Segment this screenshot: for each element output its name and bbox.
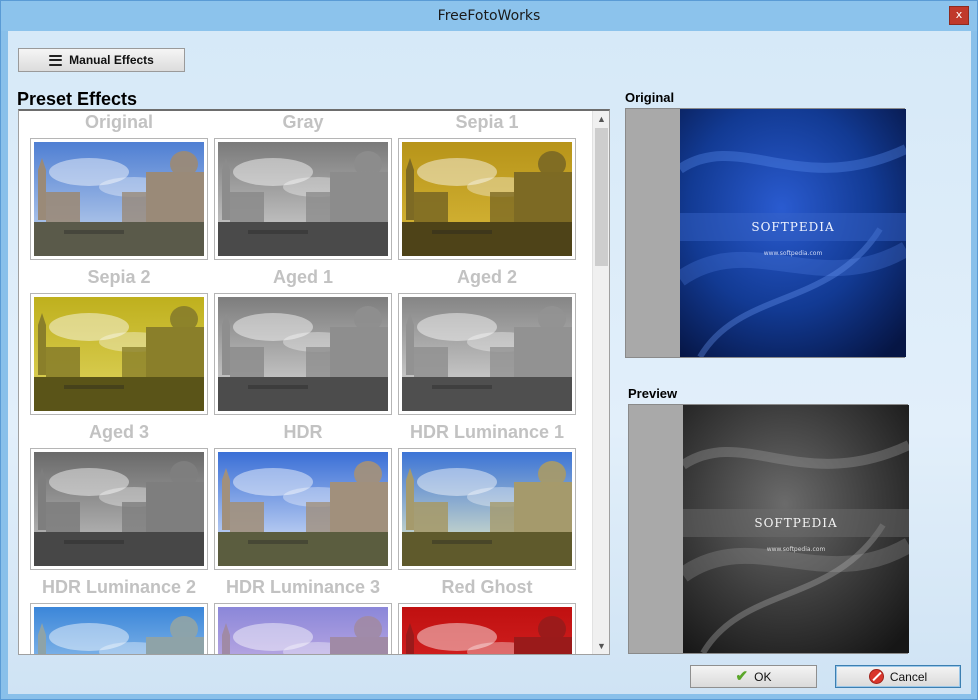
original-image: SOFTPEDIA www.softpedia.com — [675, 109, 911, 359]
preset-thumbnail-frame[interactable] — [398, 138, 576, 260]
preset-thumbnail — [218, 452, 388, 566]
preset-effect-label: Original — [84, 112, 153, 132]
preset-thumbnail — [34, 142, 204, 256]
preset-effect-item[interactable]: HDR Luminance 1 — [397, 421, 577, 576]
preset-thumbnail-frame[interactable] — [214, 138, 392, 260]
preset-effect-item[interactable]: Aged 1 — [213, 266, 393, 421]
preset-effect-label: Red Ghost — [441, 577, 533, 597]
manual-effects-button[interactable]: Manual Effects — [18, 48, 185, 72]
preview-image-graphic: SOFTPEDIA www.softpedia.com — [678, 405, 914, 655]
preset-thumbnail — [402, 452, 572, 566]
preview-image-box: SOFTPEDIA www.softpedia.com — [628, 404, 914, 655]
preset-thumbnail — [402, 142, 572, 256]
app-window: FreeFotoWorks x Manual Effects Preset Ef… — [0, 0, 978, 700]
hamburger-icon — [49, 54, 63, 66]
preset-effect-item[interactable]: HDR — [213, 421, 393, 576]
vertical-scrollbar[interactable]: ▲ ▼ — [592, 111, 609, 654]
preset-thumbnail-frame[interactable] — [398, 448, 576, 570]
preset-thumbnail — [218, 607, 388, 654]
title-bar[interactable]: FreeFotoWorks x — [1, 1, 977, 31]
preset-effect-label: HDR Luminance 2 — [41, 577, 197, 597]
preset-effect-item[interactable]: Red Ghost — [397, 576, 577, 654]
preset-thumbnail-frame[interactable] — [214, 293, 392, 415]
preset-effect-item[interactable]: Sepia 2 — [29, 266, 209, 421]
scroll-up-arrow-icon[interactable]: ▲ — [593, 111, 609, 128]
window-title: FreeFotoWorks — [437, 8, 541, 24]
preset-effect-label: HDR Luminance 3 — [225, 577, 381, 597]
preset-thumbnail — [34, 452, 204, 566]
preset-effect-item[interactable]: Gray — [213, 111, 393, 266]
preset-thumbnail-frame[interactable] — [30, 138, 208, 260]
preset-thumbnail-frame[interactable] — [398, 603, 576, 654]
ok-label: OK — [754, 669, 772, 684]
preset-effects-heading: Preset Effects — [17, 89, 138, 109]
preview-image-text: SOFTPEDIA — [754, 516, 837, 530]
preset-effect-label: Aged 2 — [456, 267, 517, 287]
preset-effect-item[interactable]: HDR Luminance 3 — [213, 576, 393, 654]
preset-effect-label: Aged 1 — [272, 267, 333, 287]
manual-effects-label: Manual Effects — [69, 53, 154, 67]
preview-label: Preview — [628, 386, 678, 401]
cancel-button[interactable]: Cancel — [835, 665, 961, 688]
preset-thumbnail — [402, 297, 572, 411]
preset-thumbnail-frame[interactable] — [30, 603, 208, 654]
scrollbar-thumb[interactable] — [595, 128, 608, 266]
preset-effect-item[interactable]: Aged 3 — [29, 421, 209, 576]
preset-thumbnail — [34, 297, 204, 411]
original-image-box: SOFTPEDIA www.softpedia.com — [625, 108, 911, 359]
preset-thumbnail — [218, 297, 388, 411]
preset-effect-label: Gray — [282, 112, 324, 132]
ok-button[interactable]: ✔ OK — [690, 665, 817, 688]
preset-effect-item[interactable]: Sepia 1 — [397, 111, 577, 266]
preset-effects-list[interactable]: Original Gray Sepia 1 Sepia 2 Aged 1 Aged 2 Ag… — [18, 109, 610, 655]
cancel-icon — [868, 669, 884, 684]
scroll-down-arrow-icon[interactable]: ▼ — [593, 638, 609, 654]
preset-thumbnail — [34, 607, 204, 654]
preset-effect-item[interactable]: Aged 2 — [397, 266, 577, 421]
preset-effect-item[interactable]: HDR Luminance 2 — [29, 576, 209, 654]
preset-thumbnail-frame[interactable] — [214, 448, 392, 570]
close-button[interactable]: x — [949, 6, 969, 25]
preset-effect-label: Sepia 2 — [87, 267, 151, 287]
preset-thumbnail — [402, 607, 572, 654]
main-content: Manual Effects Preset Effects Original Gr… — [8, 31, 971, 694]
checkmark-icon: ✔ — [735, 668, 749, 685]
original-image-graphic: SOFTPEDIA www.softpedia.com — [675, 109, 911, 359]
preset-effect-item[interactable]: Original — [29, 111, 209, 266]
original-image-subtext: www.softpedia.com — [764, 250, 823, 257]
preset-thumbnail — [218, 142, 388, 256]
preset-effect-label: Sepia 1 — [455, 112, 519, 132]
original-label: Original — [625, 90, 675, 105]
preset-thumbnail-frame[interactable] — [398, 293, 576, 415]
preset-thumbnail-frame[interactable] — [30, 448, 208, 570]
preview-image: SOFTPEDIA www.softpedia.com — [678, 405, 914, 655]
preview-image-subtext: www.softpedia.com — [767, 546, 826, 553]
original-image-text: SOFTPEDIA — [751, 220, 834, 234]
preset-thumbnail-frame[interactable] — [30, 293, 208, 415]
preset-effect-label: HDR — [283, 422, 323, 442]
preset-thumbnail-frame[interactable] — [214, 603, 392, 654]
preset-effect-label: Aged 3 — [88, 422, 149, 442]
preset-effect-label: HDR Luminance 1 — [409, 422, 565, 442]
cancel-label: Cancel — [889, 669, 928, 684]
